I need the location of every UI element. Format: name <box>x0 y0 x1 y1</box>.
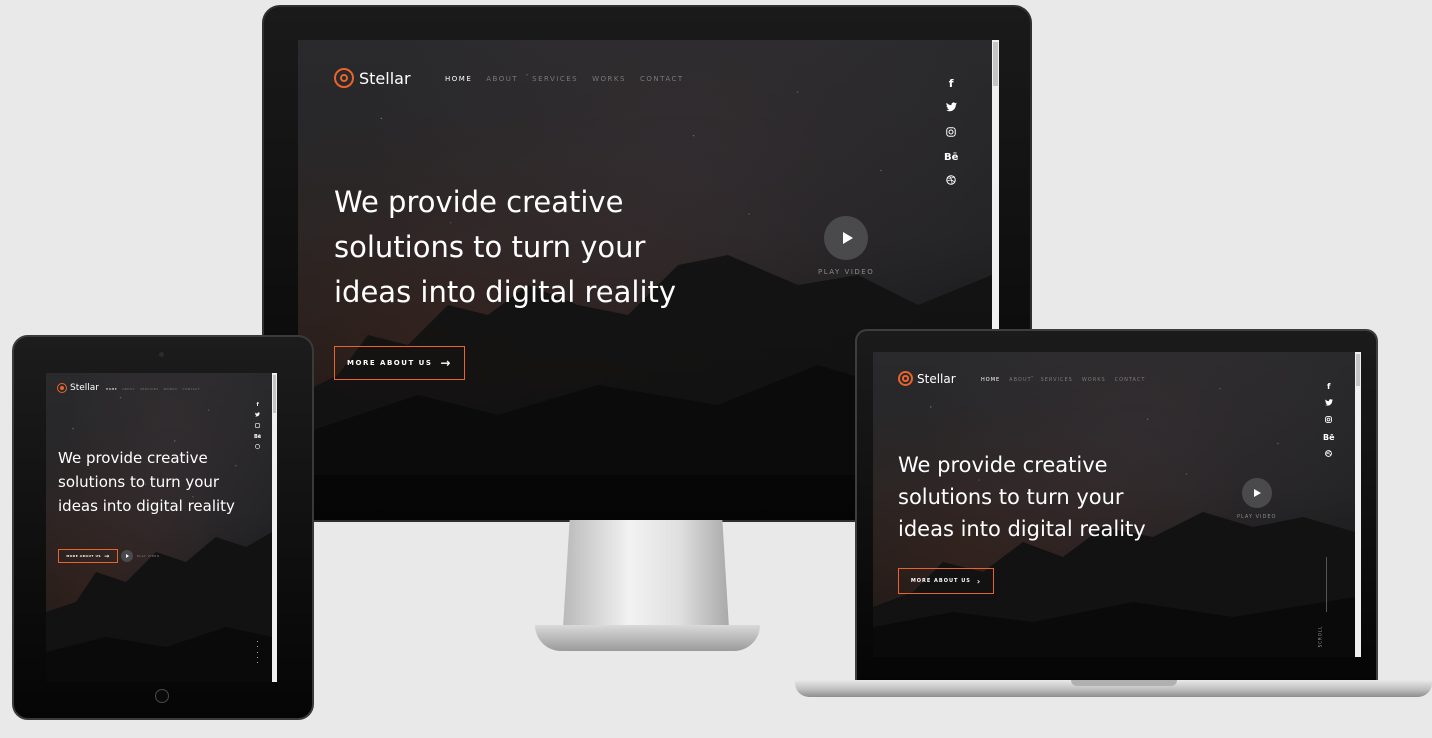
play-video-control[interactable]: PLAY VIDEO <box>818 216 874 276</box>
instagram-icon[interactable] <box>1325 416 1333 425</box>
brand-logo[interactable]: Stellar <box>57 383 99 393</box>
hero-headline: We provide creative solutions to turn yo… <box>898 449 1146 545</box>
chevron-right-icon: › <box>976 576 982 586</box>
nav-home[interactable]: Home <box>981 377 1000 383</box>
twitter-icon[interactable] <box>945 102 957 115</box>
headline-line-2: solutions to turn your <box>334 230 646 264</box>
hero-headline: We provide creative solutions to turn yo… <box>334 180 676 315</box>
dribbble-icon[interactable] <box>946 175 956 188</box>
main-nav: Home About Services Works Contact <box>445 75 684 83</box>
arrow-right-icon: → <box>440 356 452 370</box>
headline-line-2: solutions to turn your <box>898 485 1124 509</box>
laptop-scrollbar[interactable] <box>1355 352 1361 657</box>
more-about-us-button[interactable]: More About Us › <box>898 568 994 594</box>
social-links: f Bē <box>254 402 261 451</box>
cta-label: More About Us <box>66 554 102 558</box>
instagram-icon[interactable] <box>946 127 956 140</box>
nav-works[interactable]: Works <box>1082 377 1106 383</box>
dribbble-icon[interactable] <box>1325 450 1333 459</box>
nav-about[interactable]: About <box>1009 377 1031 383</box>
headline-line-1: We provide creative <box>58 449 208 467</box>
logo-icon <box>898 371 913 386</box>
play-video-control[interactable]: PLAY VIDEO <box>121 550 160 562</box>
hero-headline: We provide creative solutions to turn yo… <box>58 446 235 518</box>
play-icon[interactable] <box>1241 478 1272 508</box>
play-video-label: PLAY VIDEO <box>818 268 875 276</box>
behance-icon[interactable]: Bē <box>944 152 958 163</box>
brand-name: Stellar <box>359 68 411 88</box>
more-about-us-button[interactable]: More About Us → <box>58 549 118 563</box>
nav-home[interactable]: Home <box>445 75 472 83</box>
nav-works[interactable]: Works <box>164 387 178 391</box>
more-about-us-button[interactable]: More About Us → <box>334 346 465 380</box>
nav-about[interactable]: About <box>122 387 135 391</box>
nav-contact[interactable]: Contact <box>1115 377 1146 383</box>
play-video-label: PLAY VIDEO <box>1237 514 1277 520</box>
logo-icon <box>57 383 67 393</box>
nav-contact[interactable]: Contact <box>640 75 684 83</box>
nav-services[interactable]: Services <box>1041 377 1073 383</box>
play-icon[interactable] <box>824 216 869 260</box>
scroll-label[interactable]: SCROLL <box>1317 626 1322 648</box>
play-video-label: PLAY VIDEO <box>137 554 160 558</box>
laptop-screen: Stellar Home About Services Works Contac… <box>873 352 1355 657</box>
nav-home[interactable]: Home <box>106 387 117 391</box>
brand-name: Stellar <box>917 371 956 386</box>
headline-line-1: We provide creative <box>334 185 624 219</box>
nav-contact[interactable]: Contact <box>182 387 200 391</box>
rock-silhouette <box>46 532 272 682</box>
instagram-icon[interactable] <box>255 423 261 430</box>
nav-about[interactable]: About <box>486 75 518 83</box>
social-links: f Bē <box>944 77 958 188</box>
logo-icon <box>334 68 354 88</box>
arrow-right-icon: → <box>104 552 110 560</box>
tablet-camera <box>159 352 164 357</box>
twitter-icon[interactable] <box>1324 399 1333 408</box>
behance-icon[interactable]: Bē <box>1323 433 1335 442</box>
nav-services[interactable]: Services <box>532 75 578 83</box>
headline-line-3: ideas into digital reality <box>898 517 1146 541</box>
tablet-scrollbar[interactable] <box>272 373 277 682</box>
headline-line-3: ideas into digital reality <box>334 275 677 309</box>
facebook-icon[interactable]: f <box>257 402 259 408</box>
main-nav: Home About Services Works Contact <box>981 377 1145 383</box>
twitter-icon[interactable] <box>255 412 261 419</box>
social-links: f Bē <box>1323 382 1335 459</box>
brand-logo[interactable]: Stellar <box>898 371 956 386</box>
cta-label: More About Us <box>910 578 971 584</box>
scroll-line <box>1326 557 1327 612</box>
monitor-neck <box>563 520 729 628</box>
brand-name: Stellar <box>70 383 99 393</box>
cta-label: More About Us <box>347 359 433 367</box>
facebook-icon[interactable]: f <box>949 77 954 90</box>
laptop-notch <box>1071 680 1177 686</box>
nav-services[interactable]: Services <box>140 387 159 391</box>
behance-icon[interactable]: Bē <box>254 434 261 440</box>
facebook-icon[interactable]: f <box>1327 382 1330 391</box>
tablet-screen: Stellar Home About Services Works Contac… <box>46 373 272 682</box>
monitor-foot <box>535 625 760 651</box>
dribbble-icon[interactable] <box>255 444 261 451</box>
headline-line-1: We provide creative <box>898 453 1108 477</box>
brand-logo[interactable]: Stellar <box>334 68 411 88</box>
main-nav: Home About Services Works Contact <box>106 387 200 391</box>
play-icon[interactable] <box>121 550 133 562</box>
tablet-home-button[interactable] <box>155 689 169 703</box>
headline-line-2: solutions to turn your <box>58 473 220 491</box>
headline-line-3: ideas into digital reality <box>58 497 235 515</box>
play-video-control[interactable]: PLAY VIDEO <box>1237 478 1276 520</box>
scroll-indicator[interactable] <box>256 641 258 663</box>
nav-works[interactable]: Works <box>592 75 626 83</box>
